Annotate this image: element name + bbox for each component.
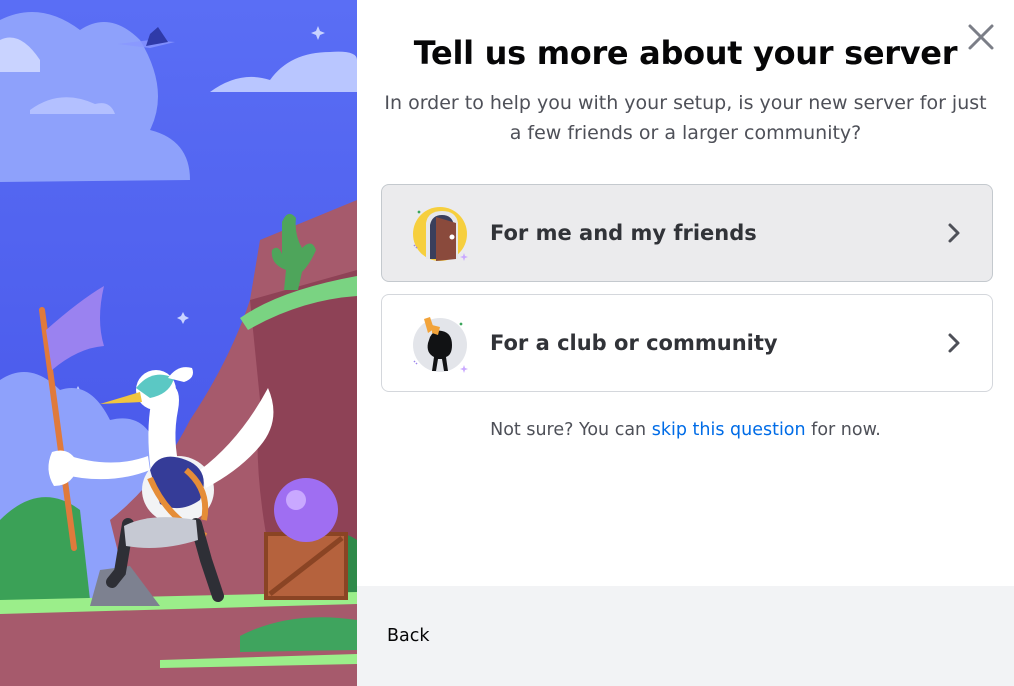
option-me-and-friends[interactable]: For me and my friends: [381, 184, 993, 282]
back-button[interactable]: Back: [387, 626, 430, 646]
community-icon: [413, 317, 468, 373]
dialog-footer: Back: [357, 586, 1014, 686]
chevron-right-icon: [948, 333, 960, 353]
note-suffix: for now.: [805, 420, 881, 440]
dialog-subtitle: In order to help you with your setup, is…: [384, 92, 987, 144]
option-label: For me and my friends: [490, 221, 757, 245]
chevron-right-icon: [948, 223, 960, 243]
option-label: For a club or community: [490, 331, 778, 355]
skip-question-link[interactable]: skip this question: [652, 420, 806, 440]
mountain-heron-illustration: [0, 0, 357, 686]
illustration-panel: [0, 0, 357, 686]
option-club-or-community[interactable]: For a club or community: [381, 294, 993, 392]
note-prefix: Not sure? You can: [490, 420, 652, 440]
dialog-title: Tell us more about your server: [413, 34, 958, 72]
skip-note: Not sure? You can skip this question for…: [357, 420, 1014, 440]
door-icon: [413, 207, 468, 261]
server-purpose-dialog: Tell us more about your server In order …: [357, 0, 1014, 686]
